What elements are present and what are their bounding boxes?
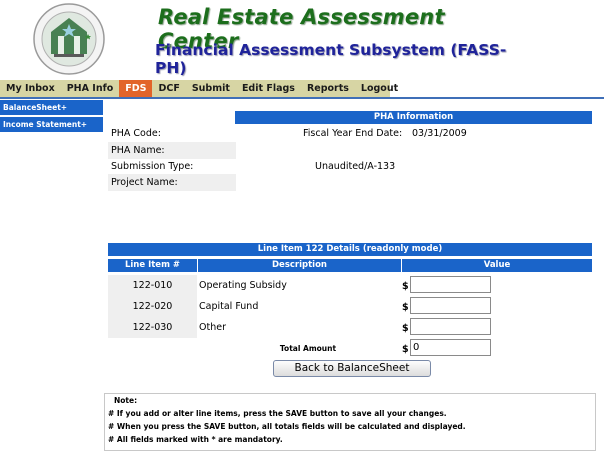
currency-symbol: $ — [402, 281, 409, 292]
nav-pha-info[interactable]: PHA Info — [61, 80, 120, 97]
project-name-label: Project Name: — [108, 174, 236, 191]
note-line: # When you press the SAVE button, all to… — [108, 422, 466, 431]
total-amount-label: Total Amount — [279, 344, 337, 353]
sidebar-item-income-statement[interactable]: Income Statement+ — [0, 117, 103, 132]
note-line: # If you add or alter line items, press … — [108, 409, 447, 418]
nav-edit-flags[interactable]: Edit Flags — [236, 80, 301, 97]
hud-seal-icon — [33, 3, 105, 75]
fiscal-year-value: 03/31/2009 — [412, 128, 467, 139]
capital-fund-value-input[interactable] — [410, 297, 491, 314]
table-row: 122-010 Operating Subsidy $ — [108, 275, 592, 296]
app-header: Real Estate Assessment Center Financial … — [0, 0, 604, 78]
nav-submit[interactable]: Submit — [186, 80, 236, 97]
pha-code-row: PHA Code: Fiscal Year End Date: 03/31/20… — [108, 125, 592, 142]
column-header-value: Value — [402, 259, 592, 272]
pha-code-label: PHA Code: — [111, 128, 161, 139]
submission-type-value: Unaudited/A-133 — [315, 161, 396, 172]
nav-reports[interactable]: Reports — [301, 80, 355, 97]
currency-symbol: $ — [402, 323, 409, 334]
column-header-line-item: Line Item # — [108, 259, 197, 272]
currency-symbol: $ — [402, 344, 409, 355]
fiscal-year-label: Fiscal Year End Date: — [303, 128, 403, 139]
operating-subsidy-value-input[interactable] — [410, 276, 491, 293]
table-row: 122-020 Capital Fund $ — [108, 296, 592, 317]
note-line: # All fields marked with * are mandatory… — [108, 435, 283, 444]
back-to-balance-sheet-button[interactable]: Back to BalanceSheet — [273, 360, 431, 377]
pha-info-heading: PHA Information — [235, 111, 592, 124]
nav-divider — [0, 97, 604, 99]
submission-type-row: Submission Type: Unaudited/A-133 — [108, 158, 592, 175]
main-nav: My Inbox PHA Info FDS DCF Submit Edit Fl… — [0, 80, 398, 97]
table-row: 122-030 Other $ — [108, 317, 592, 338]
line-item-number: 122-010 — [108, 275, 197, 296]
line-items-heading: Line Item 122 Details (readonly mode) — [108, 243, 592, 256]
line-item-description: Capital Fund — [199, 301, 259, 312]
nav-logout[interactable]: Logout — [355, 80, 404, 97]
notes-title: Note: — [114, 396, 138, 405]
nav-fds[interactable]: FDS — [119, 80, 153, 97]
line-item-description: Operating Subsidy — [199, 280, 287, 291]
currency-symbol: $ — [402, 302, 409, 313]
other-value-input[interactable] — [410, 318, 491, 335]
submission-type-label: Submission Type: — [111, 161, 194, 172]
app-subtitle: Financial Assessment Subsystem (FASS-PH) — [155, 41, 507, 77]
notes-box: Note: # If you add or alter line items, … — [104, 393, 596, 451]
nav-dcf[interactable]: DCF — [152, 80, 185, 97]
line-item-number: 122-020 — [108, 296, 197, 317]
total-amount-input[interactable] — [410, 339, 491, 356]
sidebar-item-balance-sheet[interactable]: BalanceSheet+ — [0, 100, 103, 115]
pha-name-label: PHA Name: — [108, 142, 236, 159]
project-name-row: Project Name: — [108, 174, 592, 191]
pha-name-row: PHA Name: — [108, 142, 592, 159]
column-header-description: Description — [198, 259, 401, 272]
total-row: Total Amount $ — [108, 338, 592, 359]
line-item-description: Other — [199, 322, 226, 333]
nav-my-inbox[interactable]: My Inbox — [0, 80, 61, 97]
line-item-number: 122-030 — [108, 317, 197, 338]
